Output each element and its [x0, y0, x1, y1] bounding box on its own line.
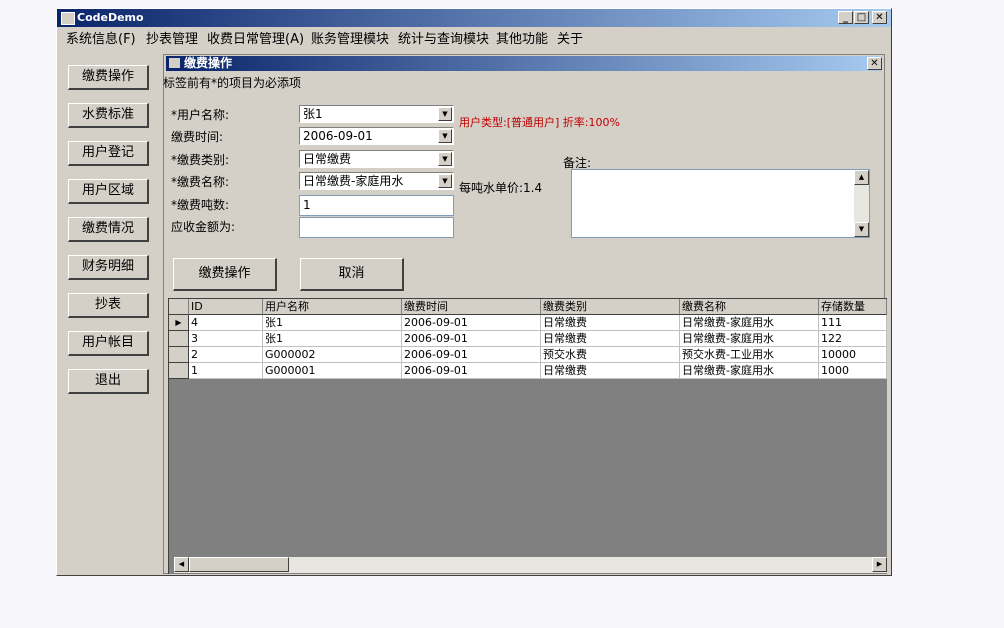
child-title: 缴费操作	[184, 56, 233, 70]
child-title-bar: 缴费操作	[166, 56, 882, 71]
row-selector[interactable]	[169, 331, 189, 347]
chevron-down-icon[interactable]: ▼	[438, 129, 452, 143]
tons-label: *缴费吨数:	[171, 198, 230, 212]
table-cell[interactable]: 2	[189, 347, 263, 363]
sidebar-item-user-register[interactable]: 用户登记	[68, 141, 149, 166]
table-cell[interactable]: 日常缴费	[541, 363, 680, 379]
table-cell[interactable]: 日常缴费-家庭用水	[680, 315, 819, 331]
amount-label: 应收金额为:	[171, 220, 236, 234]
payment-grid[interactable]: ID 用户名称 缴费时间 缴费类别 缴费名称 存储数量 ▶ 4 张1 2006-…	[168, 298, 887, 574]
table-cell[interactable]: 2006-09-01	[402, 315, 541, 331]
sidebar-item-payment-status[interactable]: 缴费情况	[68, 217, 149, 242]
menu-daily-charge[interactable]: 收费日常管理(A)	[207, 31, 304, 49]
user-name-combo[interactable]: 张1 ▼	[299, 105, 454, 123]
close-icon[interactable]: ✕	[872, 11, 887, 24]
pay-time-picker[interactable]: 2006-09-01 ▼	[299, 127, 454, 145]
pay-time-value: 2006-09-01	[303, 129, 373, 143]
column-header-quantity[interactable]: 存储数量	[819, 299, 887, 315]
submit-payment-button[interactable]: 缴费操作	[173, 258, 277, 291]
table-cell[interactable]: G000002	[263, 347, 402, 363]
table-cell[interactable]: 1000	[819, 363, 887, 379]
remark-scrollbar[interactable]: ▲ ▼	[854, 170, 869, 237]
table-cell[interactable]: 日常缴费	[541, 315, 680, 331]
pay-name-label: *缴费名称:	[171, 175, 230, 189]
required-hint: 标签前有*的项目为必添项	[163, 76, 302, 90]
column-header-user-name[interactable]: 用户名称	[263, 299, 402, 315]
column-header-pay-time[interactable]: 缴费时间	[402, 299, 541, 315]
sidebar-item-user-area[interactable]: 用户区域	[68, 179, 149, 204]
table-cell[interactable]: 日常缴费-家庭用水	[680, 331, 819, 347]
chevron-down-icon[interactable]: ▼	[438, 152, 452, 166]
pay-type-value: 日常缴费	[303, 152, 352, 166]
menu-other[interactable]: 其他功能	[496, 31, 548, 49]
column-header-pay-type[interactable]: 缴费类别	[541, 299, 680, 315]
user-name-label: *用户名称:	[171, 108, 230, 122]
table-cell[interactable]: 122	[819, 331, 887, 347]
maximize-icon[interactable]: □	[854, 11, 869, 24]
amount-field[interactable]	[299, 217, 454, 238]
table-cell[interactable]: 3	[189, 331, 263, 347]
table-cell[interactable]: 111	[819, 315, 887, 331]
window-icon	[169, 58, 180, 68]
menu-statistics[interactable]: 统计与查询模块	[398, 31, 489, 49]
cancel-button[interactable]: 取消	[300, 258, 404, 291]
table-cell[interactable]: 张1	[263, 315, 402, 331]
unit-price-text: 每吨水单价:1.4	[459, 181, 543, 195]
row-selector[interactable]	[169, 347, 189, 363]
table-cell[interactable]: 2006-09-01	[402, 331, 541, 347]
table-cell[interactable]: 2006-09-01	[402, 347, 541, 363]
pay-time-label: 缴费时间:	[171, 130, 224, 144]
menu-system-info[interactable]: 系统信息(F)	[66, 31, 136, 49]
menu-about[interactable]: 关于	[557, 31, 583, 49]
pay-name-combo[interactable]: 日常缴费-家庭用水 ▼	[299, 172, 454, 190]
scroll-up-icon[interactable]: ▲	[854, 170, 869, 185]
main-window: CodeDemo _ □ ✕ 系统信息(F) 抄表管理 收费日常管理(A) 账务…	[56, 8, 892, 576]
scroll-thumb[interactable]	[189, 557, 289, 572]
column-header-id[interactable]: ID	[189, 299, 263, 315]
tons-value: 1	[303, 198, 311, 212]
table-cell[interactable]: G000001	[263, 363, 402, 379]
current-row-icon: ▶	[175, 318, 182, 327]
child-close-icon[interactable]: ✕	[867, 57, 882, 70]
table-cell[interactable]: 10000	[819, 347, 887, 363]
grid-corner	[169, 299, 189, 315]
column-header-pay-name[interactable]: 缴费名称	[680, 299, 819, 315]
sidebar-item-payment[interactable]: 缴费操作	[68, 65, 149, 90]
table-cell[interactable]: 预交水费	[541, 347, 680, 363]
scroll-left-icon[interactable]: ◀	[174, 557, 189, 572]
minimize-icon[interactable]: _	[838, 11, 853, 24]
table-cell[interactable]: 预交水费-工业用水	[680, 347, 819, 363]
menu-accounts[interactable]: 账务管理模块	[311, 31, 389, 49]
pay-type-combo[interactable]: 日常缴费 ▼	[299, 150, 454, 168]
pay-name-value: 日常缴费-家庭用水	[303, 174, 404, 188]
window-title: CodeDemo	[77, 11, 144, 24]
sidebar-item-user-account[interactable]: 用户帐目	[68, 331, 149, 356]
chevron-down-icon[interactable]: ▼	[438, 107, 452, 121]
user-type-text: 用户类型:[普通用户] 折率:100%	[459, 116, 620, 129]
sidebar-item-meter[interactable]: 抄表	[68, 293, 149, 318]
table-cell[interactable]: 张1	[263, 331, 402, 347]
table-cell[interactable]: 日常缴费-家庭用水	[680, 363, 819, 379]
table-cell[interactable]: 日常缴费	[541, 331, 680, 347]
user-name-value: 张1	[303, 107, 323, 121]
remark-textarea[interactable]: ▲ ▼	[571, 169, 870, 238]
payment-window: 缴费操作 ✕ 标签前有*的项目为必添项 *用户名称: 张1 ▼ 缴费时间: 20…	[163, 54, 887, 574]
horizontal-scrollbar[interactable]: ◀ ▶	[174, 557, 887, 573]
row-selector[interactable]	[169, 363, 189, 379]
menu-meter-reading[interactable]: 抄表管理	[146, 31, 198, 49]
tons-input[interactable]: 1	[299, 195, 454, 216]
row-selector-current[interactable]: ▶	[169, 315, 189, 331]
pay-type-label: *缴费类别:	[171, 153, 230, 167]
title-bar: CodeDemo _ □ ✕	[57, 9, 891, 27]
table-cell[interactable]: 4	[189, 315, 263, 331]
chevron-down-icon[interactable]: ▼	[438, 174, 452, 188]
sidebar-item-exit[interactable]: 退出	[68, 369, 149, 394]
scroll-right-icon[interactable]: ▶	[872, 557, 887, 572]
app-icon	[61, 12, 75, 25]
sidebar-item-finance-detail[interactable]: 财务明细	[68, 255, 149, 280]
scroll-down-icon[interactable]: ▼	[854, 222, 869, 237]
table-cell[interactable]: 1	[189, 363, 263, 379]
table-cell[interactable]: 2006-09-01	[402, 363, 541, 379]
sidebar-item-water-rate[interactable]: 水费标准	[68, 103, 149, 128]
